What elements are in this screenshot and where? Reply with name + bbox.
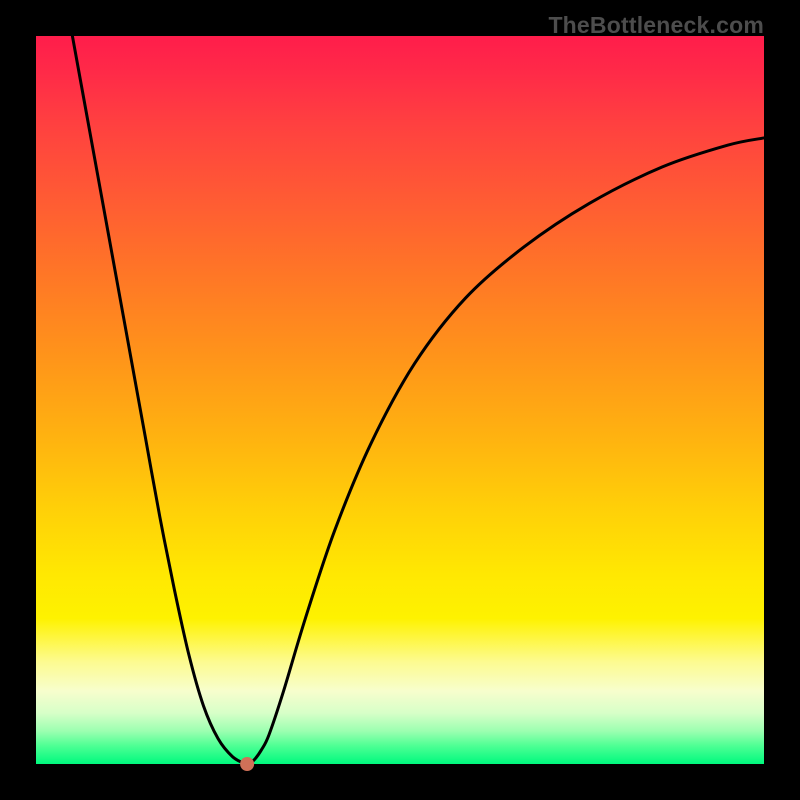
curve-layer bbox=[36, 36, 764, 764]
watermark-text: TheBottleneck.com bbox=[548, 12, 764, 39]
optimum-marker bbox=[240, 757, 254, 771]
plot-area bbox=[36, 36, 764, 764]
bottleneck-curve bbox=[72, 36, 764, 765]
chart-container: TheBottleneck.com bbox=[0, 0, 800, 800]
